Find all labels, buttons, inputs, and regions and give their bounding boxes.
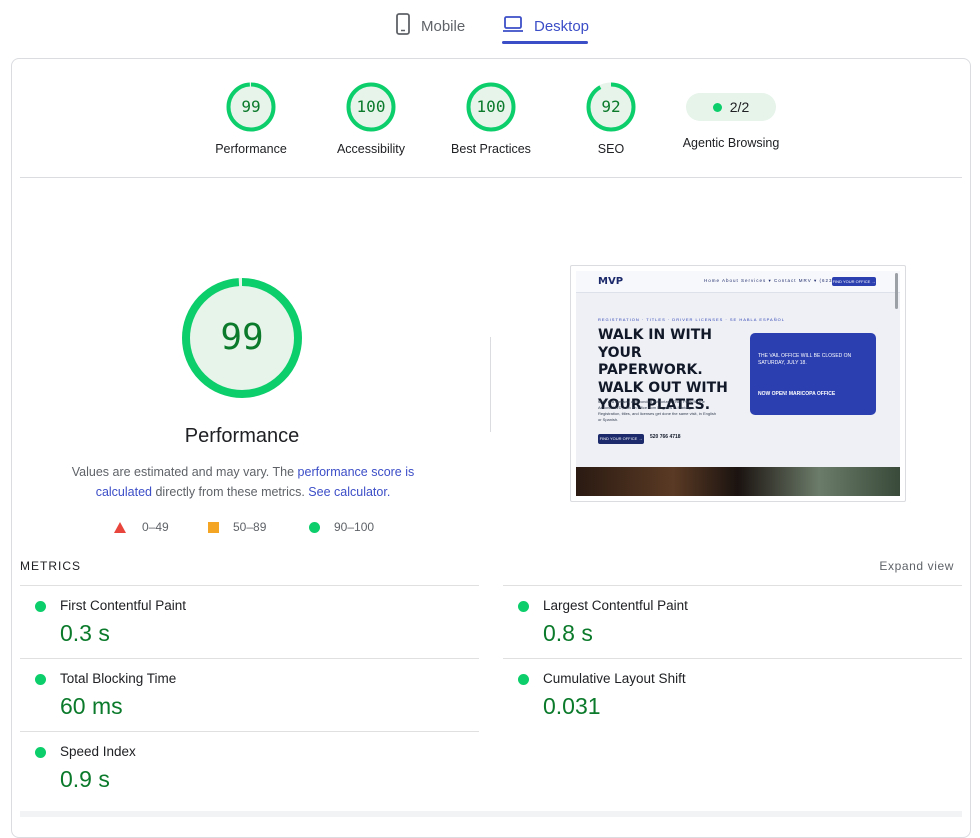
metric-name: First Contentful Paint	[60, 598, 187, 613]
performance-score: 99	[220, 317, 264, 358]
site-notice-text: THE VAIL OFFICE WILL BE CLOSED ON SATURD…	[758, 353, 852, 366]
site-hero-photo	[576, 467, 900, 496]
next-section-edge	[20, 811, 962, 817]
gauge-ring: 100	[346, 82, 396, 132]
metric-name: Speed Index	[60, 744, 136, 759]
agentic-value: 2/2	[729, 99, 750, 115]
gauge-label: Performance	[215, 142, 287, 156]
site-nav-button: FIND YOUR OFFICE →	[832, 277, 876, 286]
see-calculator-link[interactable]: See calculator.	[308, 485, 390, 499]
pass-dot-icon	[35, 674, 46, 685]
tab-mobile[interactable]: Mobile	[395, 8, 465, 44]
desc-text: directly from these metrics.	[152, 485, 309, 499]
metric-value: 60 ms	[60, 693, 123, 719]
metric-name: Total Blocking Time	[60, 671, 177, 686]
square-icon	[208, 521, 219, 533]
legend-pass: 90–100	[309, 520, 374, 534]
gauge-seo[interactable]: 92 SEO	[551, 82, 671, 156]
gauge-score: 92	[601, 97, 621, 116]
gauge-ring: 99	[226, 82, 276, 132]
legend-fail-label: 0–49	[142, 520, 169, 534]
metric-name: Largest Contentful Paint	[543, 598, 688, 613]
gauge-score: 100	[356, 97, 386, 116]
tab-desktop-label: Desktop	[534, 17, 590, 35]
metric-value: 0.8 s	[543, 620, 593, 646]
final-screenshot[interactable]: MVP Home About Services ▾ Contact MRV ▾ …	[570, 265, 906, 502]
metrics-header: METRICS Expand view	[20, 559, 954, 575]
smartphone-icon	[395, 13, 411, 39]
metric-name: Cumulative Layout Shift	[543, 671, 686, 686]
gauge-performance[interactable]: 99 Performance	[191, 82, 311, 156]
site-copy: MVP is a licensed and bonded authorized …	[598, 399, 717, 422]
tab-desktop[interactable]: Desktop	[502, 8, 589, 44]
metric-largest-contentful-paint[interactable]: Largest Contentful Paint 0.8 s	[503, 585, 962, 658]
site-scrollbar	[895, 273, 898, 309]
expand-view-toggle[interactable]: Expand view	[879, 559, 954, 573]
legend-average-label: 50–89	[233, 520, 267, 534]
site-notice-card: THE VAIL OFFICE WILL BE CLOSED ON SATURD…	[750, 333, 876, 415]
site-cta: FIND YOUR OFFICE →	[598, 434, 644, 444]
metric-speed-index[interactable]: Speed Index 0.9 s	[20, 731, 479, 804]
gauge-label: Accessibility	[336, 142, 406, 156]
gauge-label: Best Practices	[451, 142, 531, 156]
legend-fail: 0–49	[114, 520, 169, 534]
active-tab-indicator	[502, 41, 588, 44]
gauge-accessibility[interactable]: 100 Accessibility	[311, 82, 431, 156]
performance-description: Values are estimated and may vary. The p…	[62, 462, 424, 502]
site-nav: MVP Home About Services ▾ Contact MRV ▾ …	[576, 271, 900, 293]
vertical-divider	[490, 337, 491, 432]
agentic-pill: 2/2	[686, 93, 776, 121]
circle-icon	[309, 521, 320, 533]
metric-value: 0.3 s	[60, 620, 110, 646]
desc-text: Values are estimated and may vary. The	[71, 465, 298, 479]
metric-first-contentful-paint[interactable]: First Contentful Paint 0.3 s	[20, 585, 479, 658]
metrics-heading: METRICS	[20, 559, 81, 573]
gauge-score: 99	[241, 97, 261, 116]
pass-dot-icon	[518, 674, 529, 685]
score-gauges: 99 Performance 100 Accessibility 100 Bes…	[0, 82, 980, 162]
section-divider	[20, 177, 962, 178]
gauge-agentic-browsing[interactable]: 2/2 Agentic Browsing	[671, 82, 791, 150]
gauge-score: 100	[476, 97, 506, 116]
site-kicker: REGISTRATION · TITLES · DRIVER LICENSES …	[598, 317, 785, 322]
screenshot-content: MVP Home About Services ▾ Contact MRV ▾ …	[576, 271, 900, 496]
metric-cumulative-layout-shift[interactable]: Cumulative Layout Shift 0.031	[503, 658, 962, 731]
metric-value: 0.9 s	[60, 766, 110, 792]
pass-dot-icon	[712, 102, 722, 112]
gauge-best-practices[interactable]: 100 Best Practices	[431, 82, 551, 156]
device-tabs: Mobile Desktop	[0, 0, 980, 50]
gauge-label: Agentic Browsing	[682, 136, 780, 150]
pass-dot-icon	[35, 747, 46, 758]
site-phone: 520 766 4718	[650, 434, 681, 440]
performance-title: Performance	[184, 425, 300, 447]
laptop-icon	[502, 15, 524, 37]
gauge-label: SEO	[597, 142, 625, 156]
legend-pass-label: 90–100	[334, 520, 375, 534]
gauge-ring: 92	[586, 82, 636, 132]
pass-dot-icon	[35, 601, 46, 612]
site-notice-sub: NOW OPEN! MARICOPA OFFICE	[758, 391, 836, 397]
metric-total-blocking-time[interactable]: Total Blocking Time 60 ms	[20, 658, 479, 731]
performance-gauge-large: 99	[182, 278, 302, 398]
tab-mobile-label: Mobile	[421, 17, 466, 35]
site-logo: MVP	[598, 276, 624, 287]
metric-value: 0.031	[543, 693, 601, 719]
pass-dot-icon	[518, 601, 529, 612]
legend-average: 50–89	[208, 520, 266, 534]
gauge-ring: 100	[466, 82, 516, 132]
triangle-icon	[114, 521, 126, 533]
